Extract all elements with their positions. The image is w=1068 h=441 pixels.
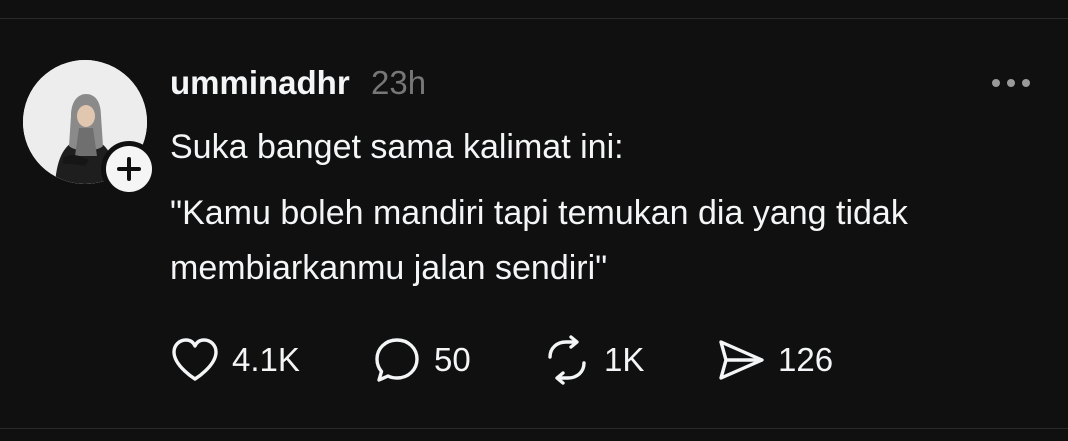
heart-icon <box>172 338 218 381</box>
top-divider <box>0 18 1068 19</box>
more-options-button[interactable] <box>985 70 1037 96</box>
post-text-line: "Kamu boleh mandiri tapi temukan dia yan… <box>170 194 908 232</box>
post-text-line: membiarkanmu jalan sendiri" <box>170 249 608 287</box>
like-count: 4.1K <box>232 341 300 378</box>
reply-count: 50 <box>434 341 471 378</box>
more-horizontal-icon <box>992 79 1030 87</box>
like-button[interactable]: 4.1K <box>170 335 300 385</box>
repost-icon <box>548 335 586 385</box>
repost-count: 1K <box>604 341 645 378</box>
share-button[interactable]: 126 <box>716 335 833 385</box>
share-count: 126 <box>778 341 834 378</box>
reply-button[interactable]: 50 <box>372 335 471 385</box>
comment-icon <box>375 338 419 382</box>
post-timestamp: 23h <box>371 64 427 101</box>
post-text-line: Suka banget sama kalimat ini: <box>170 128 624 166</box>
send-icon <box>719 340 764 380</box>
username-link[interactable]: umminadhr <box>170 64 350 102</box>
post-body: Suka banget sama kalimat ini: "Kamu bole… <box>170 120 1030 296</box>
repost-button[interactable]: 1K <box>542 335 644 385</box>
bottom-divider <box>0 428 1068 429</box>
plus-icon <box>117 157 141 181</box>
follow-button[interactable] <box>101 141 157 197</box>
